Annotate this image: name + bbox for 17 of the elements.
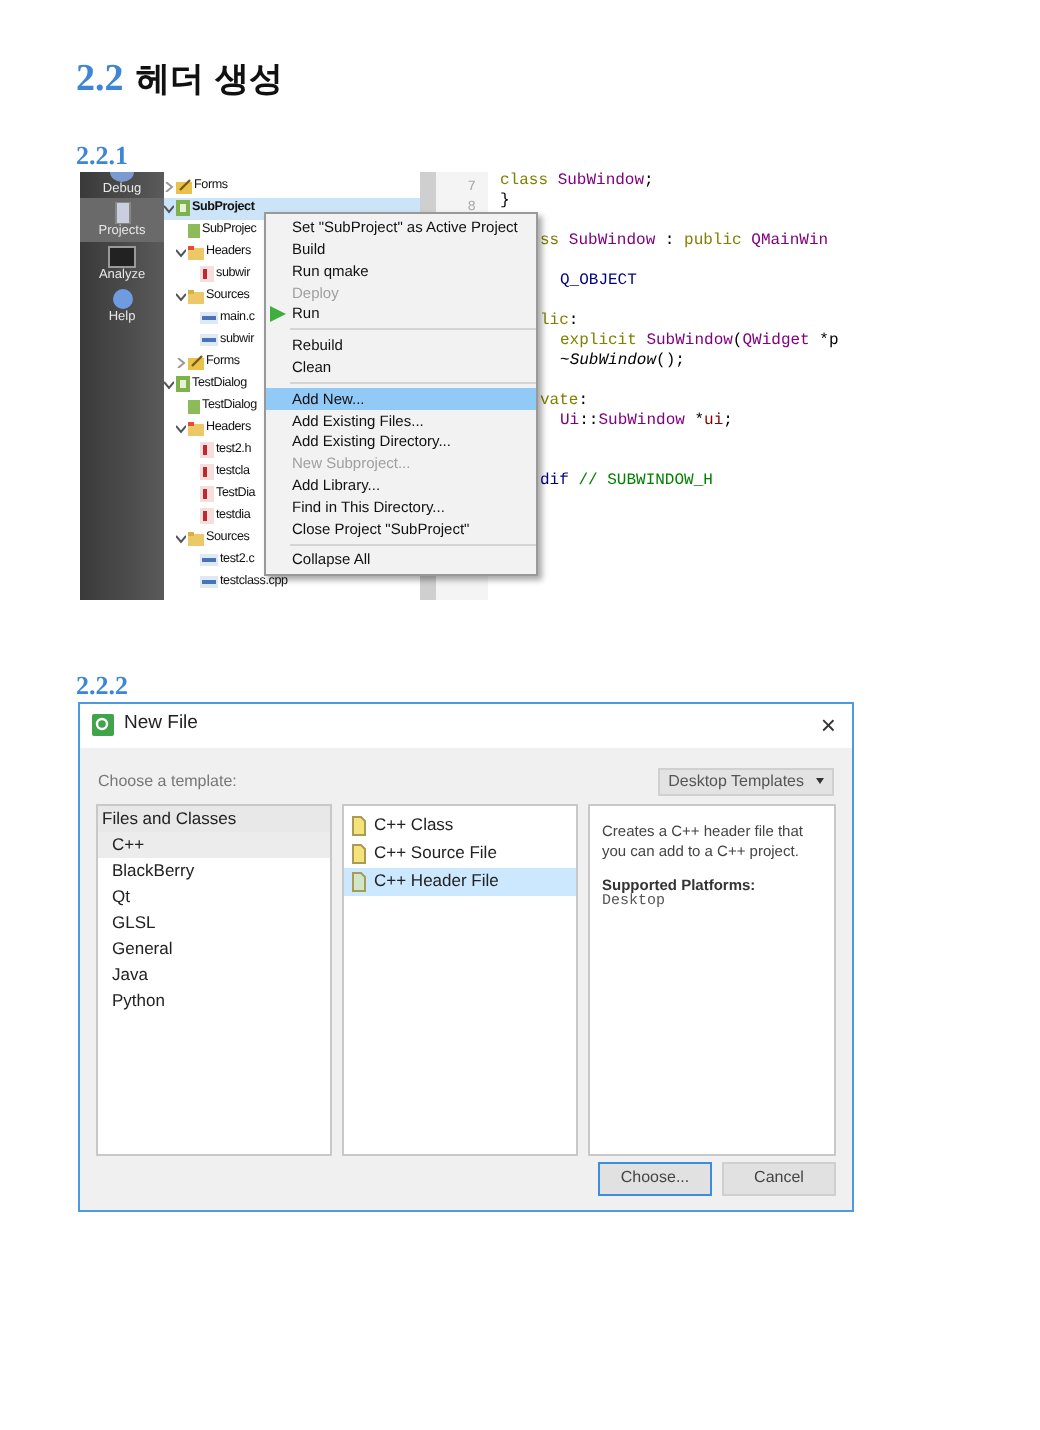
subsection-number: 2.2.2 xyxy=(76,671,128,697)
code-line: lic: xyxy=(540,311,579,331)
prompt-label: Choose a template: xyxy=(98,769,237,793)
code-line: Ui::SubWindow *ui; xyxy=(560,411,733,431)
code-line: vate: xyxy=(540,391,589,411)
code-line: } xyxy=(500,191,510,211)
code-line: dif // SUBWINDOW_H xyxy=(540,471,713,491)
code-line: Q_OBJECT xyxy=(560,271,637,291)
code-line: ~SubWindow(); xyxy=(560,351,685,371)
code-line: class SubWindow; xyxy=(500,171,654,191)
list-header: Files and Classes xyxy=(98,805,330,831)
section-title: 헤더 생성 xyxy=(135,58,284,104)
code-line: explicit SubWindow(QWidget *p xyxy=(560,331,839,351)
subsection-number: 2.2.1 xyxy=(76,141,128,167)
dialog-title: New File xyxy=(124,710,198,739)
code-line: ss SubWindow : public QMainWin xyxy=(540,231,829,251)
section-number: 2.2 xyxy=(76,56,124,104)
